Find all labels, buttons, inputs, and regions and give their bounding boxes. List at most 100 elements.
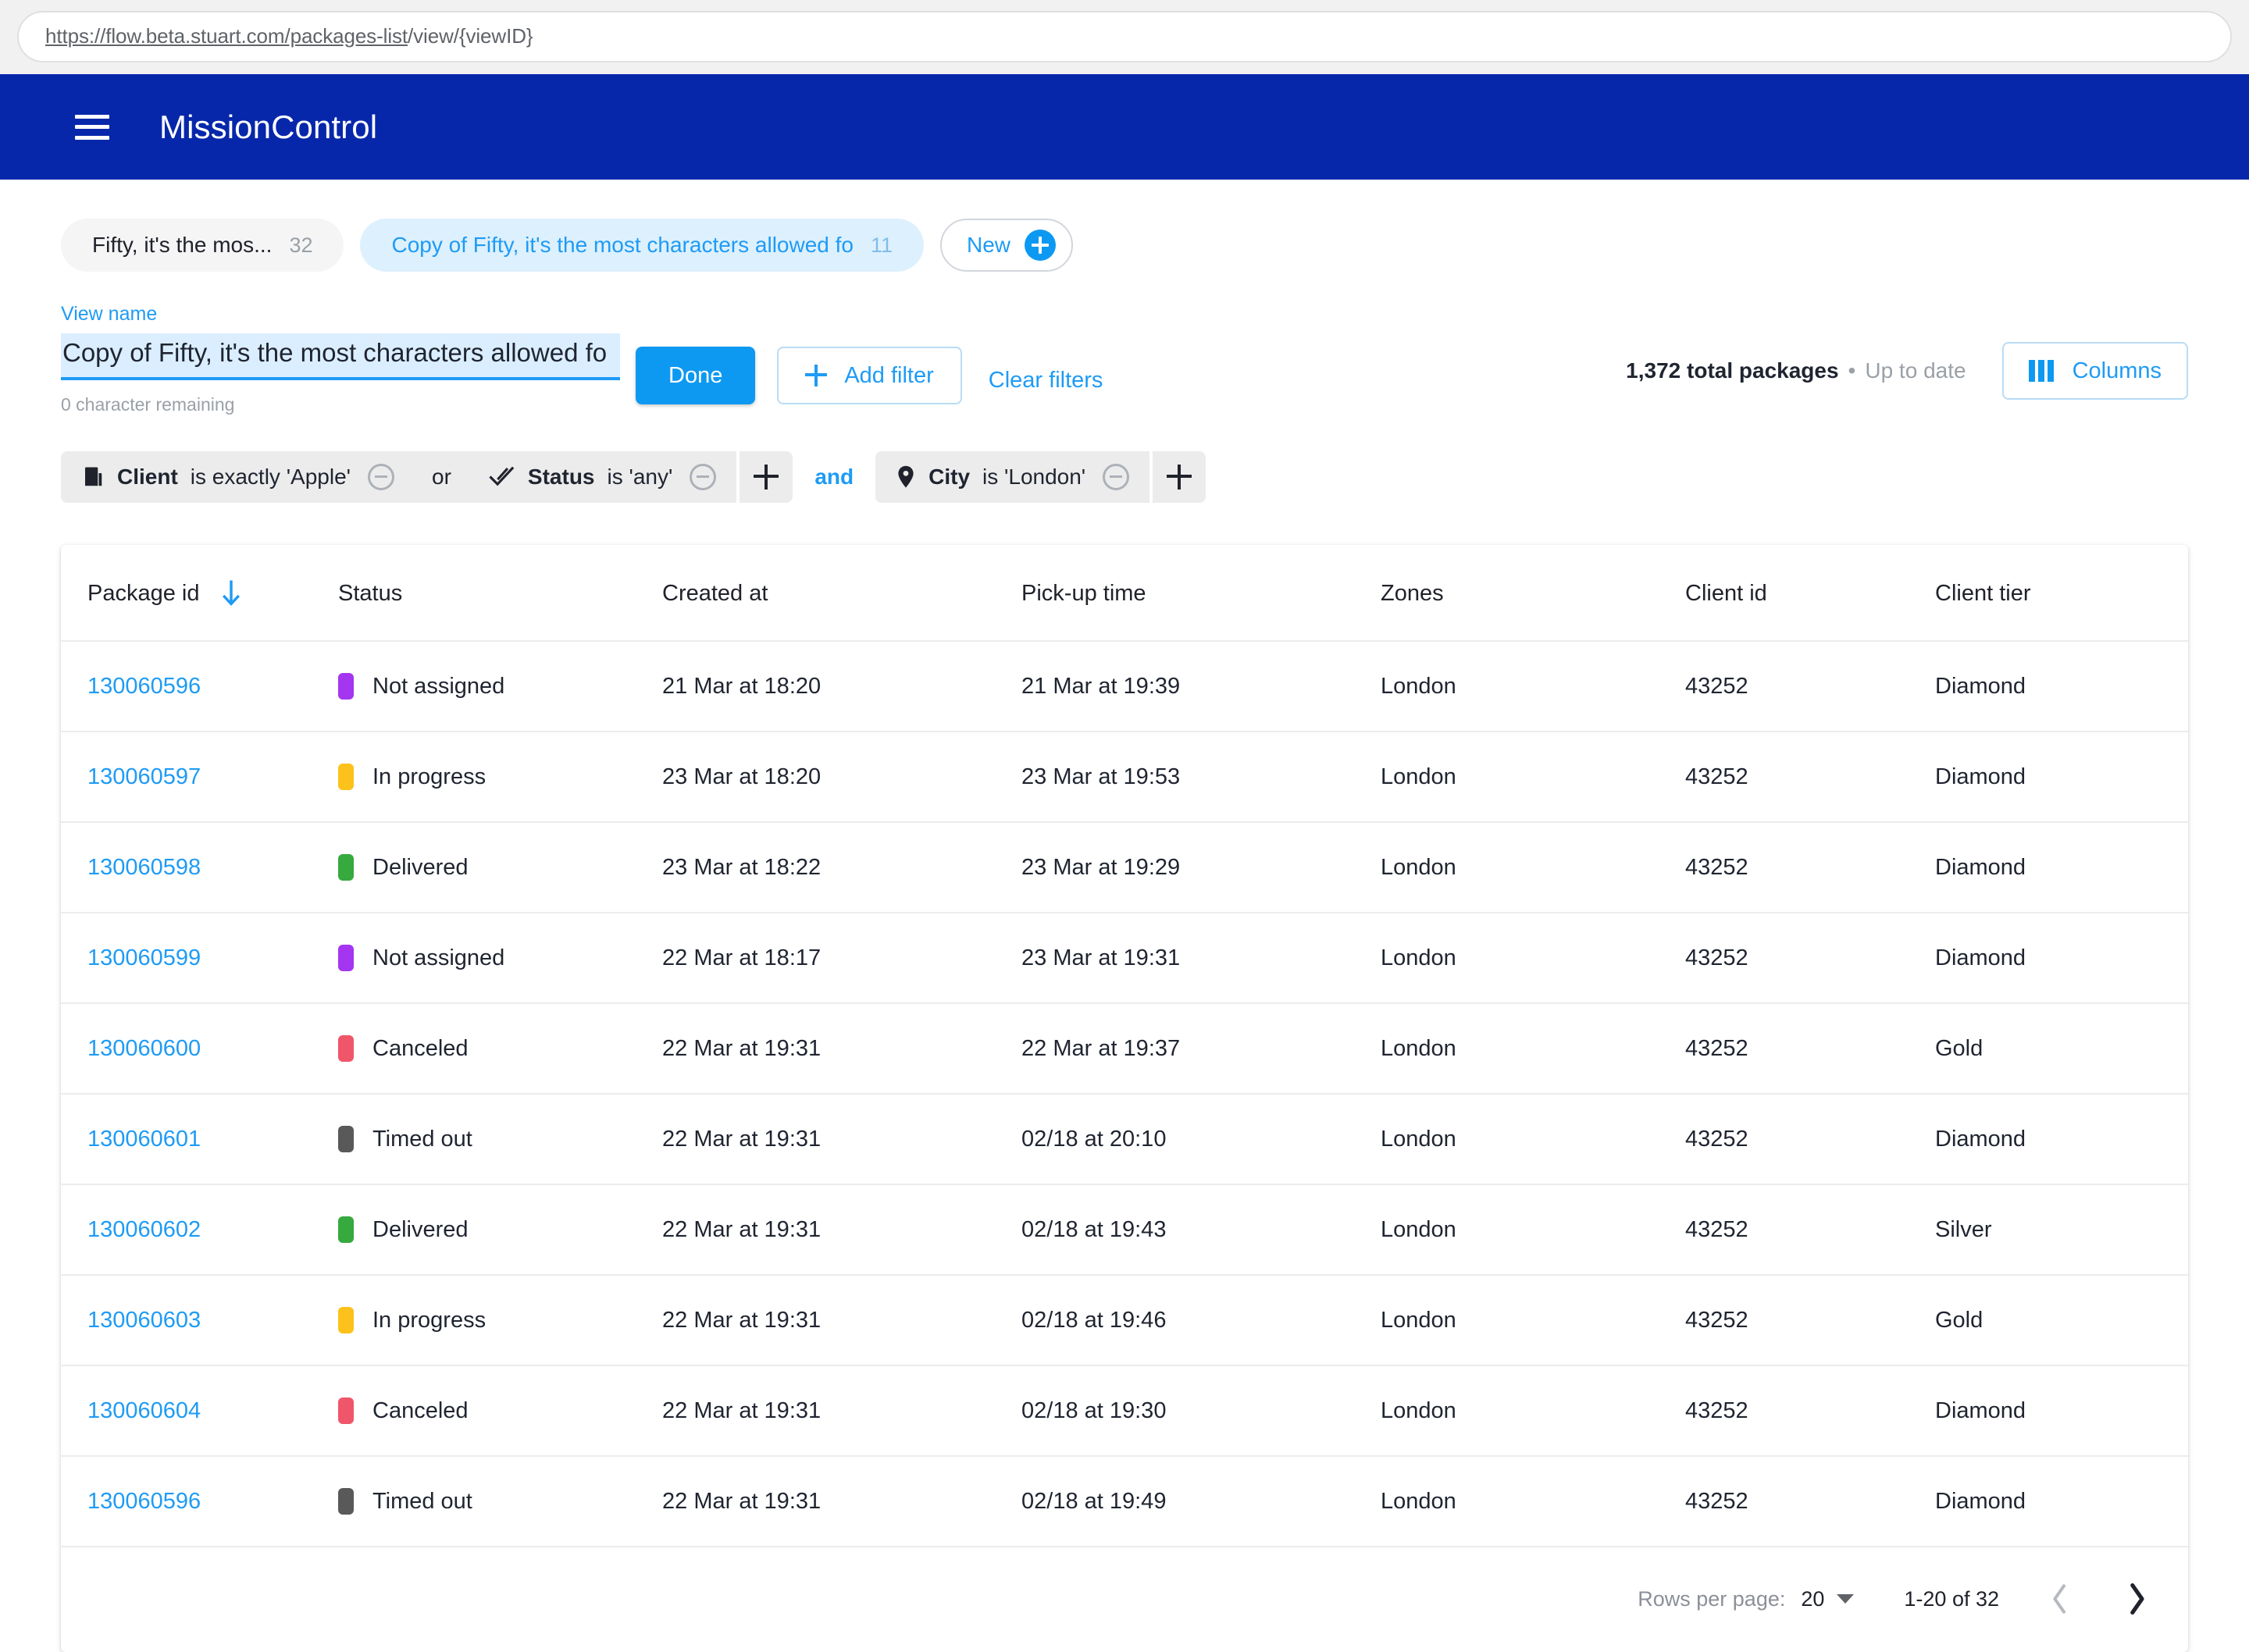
filter-chip-client-operator: is exactly 'Apple' (190, 465, 351, 489)
table-row[interactable]: 130060596 Timed out 22 Mar at 19:31 02/18 a… (61, 1456, 2188, 1547)
filter-joiner-or[interactable]: or (415, 451, 469, 503)
cell-package-id: 130060602 (61, 1184, 338, 1276)
cell-client-id: 43252 (1685, 732, 1935, 823)
status-label: Delivered (372, 854, 469, 880)
filter-chip-city-operator: is 'London' (982, 465, 1086, 489)
plus-icon (1167, 465, 1192, 490)
package-id-link[interactable]: 130060596 (87, 674, 201, 699)
cell-zones: London (1381, 1184, 1685, 1276)
done-button[interactable]: Done (636, 347, 756, 404)
filter-joiner-and[interactable]: and (814, 465, 854, 490)
status-label: Canceled (372, 1397, 469, 1423)
url-bar[interactable]: https://flow.beta.stuart.com/packages-li… (17, 10, 2232, 62)
cell-package-id: 130060597 (61, 732, 338, 823)
table-row[interactable]: 130060600 Canceled 22 Mar at 19:31 22 Mar a… (61, 1003, 2188, 1095)
filter-chip-client[interactable]: Client is exactly 'Apple' (61, 451, 415, 503)
tab-view-2[interactable]: Copy of Fifty, it's the most characters … (360, 219, 925, 272)
columns-button[interactable]: Columns (2001, 342, 2188, 400)
package-id-link[interactable]: 130060600 (87, 1036, 201, 1061)
cell-zones: London (1381, 1094, 1685, 1185)
column-header-client-id[interactable]: Client id (1685, 545, 1935, 642)
table-row[interactable]: 130060604 Canceled 22 Mar at 19:31 02/18 at… (61, 1365, 2188, 1457)
cell-package-id: 130060596 (61, 1456, 338, 1547)
cell-client-id: 43252 (1685, 1275, 1935, 1366)
status-label: Not assigned (372, 673, 505, 699)
status-color-indicator (338, 854, 354, 881)
previous-page-button[interactable] (2044, 1580, 2076, 1618)
cell-created-at: 22 Mar at 19:31 (662, 1003, 1021, 1095)
package-id-link[interactable]: 130060604 (87, 1398, 201, 1423)
package-id-link[interactable]: 130060597 (87, 764, 201, 789)
filter-chip-client-field: Client (117, 465, 178, 489)
tab-view-1[interactable]: Fifty, it's the mos... 32 (61, 219, 344, 272)
columns-icon (2028, 360, 2054, 382)
view-name-label: View name (61, 303, 158, 325)
column-header-status[interactable]: Status (338, 545, 662, 642)
filter-group-2: City is 'London' (875, 451, 1206, 503)
view-name-input[interactable] (61, 333, 620, 380)
cell-package-id: 130060596 (61, 641, 338, 732)
column-header-package-id[interactable]: Package id (61, 545, 338, 642)
package-id-link[interactable]: 130060599 (87, 945, 201, 970)
package-id-link[interactable]: 130060602 (87, 1217, 201, 1242)
column-header-pickup-time[interactable]: Pick-up time (1021, 545, 1381, 642)
table-row[interactable]: 130060598 Delivered 23 Mar at 18:22 23 Mar … (61, 822, 2188, 913)
rows-per-page-value[interactable]: 20 (1801, 1587, 1824, 1611)
filter-chip-status-field: Status (527, 465, 595, 489)
cell-client-id: 43252 (1685, 641, 1935, 732)
clear-filters-button[interactable]: Clear filters (989, 368, 1103, 393)
table-meta: 1,372 total packages • Up to date Column… (1626, 342, 2188, 400)
hamburger-menu-icon[interactable] (75, 114, 109, 140)
minus-circle-icon[interactable] (1103, 464, 1130, 490)
page-content: Fifty, it's the mos... 32 Copy of Fifty,… (0, 180, 2249, 1652)
url-host-part: https://flow.beta.stuart.com/packages-li… (45, 24, 408, 48)
table-row[interactable]: 130060597 In progress 23 Mar at 18:20 23 Ma… (61, 732, 2188, 823)
package-id-link[interactable]: 130060596 (87, 1489, 201, 1514)
chevron-down-icon[interactable] (1837, 1594, 1855, 1604)
column-header-zones[interactable]: Zones (1381, 545, 1685, 642)
arrow-down-icon[interactable] (220, 579, 242, 607)
cell-pickup-time: 21 Mar at 19:39 (1021, 641, 1381, 732)
table-row[interactable]: 130060602 Delivered 22 Mar at 19:31 02/18 a… (61, 1184, 2188, 1276)
table-row[interactable]: 130060603 In progress 22 Mar at 19:31 02/18… (61, 1275, 2188, 1366)
packages-table-card: Package id Status Created at Pick-up tim… (61, 545, 2188, 1652)
chevron-left-icon (2053, 1584, 2065, 1614)
packages-table: Package id Status Created at Pick-up tim… (61, 545, 2188, 1547)
status-color-indicator (338, 1216, 354, 1243)
cell-status: In progress (338, 1275, 662, 1366)
cell-package-id: 130060603 (61, 1275, 338, 1366)
pagination-range: 1-20 of 32 (1904, 1586, 1999, 1611)
filter-group-1: Client is exactly 'Apple' or Status is '… (61, 451, 793, 503)
status-color-indicator (338, 1035, 354, 1062)
cell-client-tier: Diamond (1935, 1456, 2188, 1547)
browser-chrome: https://flow.beta.stuart.com/packages-li… (0, 0, 2249, 74)
add-filter-button[interactable]: Add filter (777, 347, 962, 404)
table-row[interactable]: 130060596 Not assigned 21 Mar at 18:20 21 M… (61, 641, 2188, 732)
column-header-created-at[interactable]: Created at (662, 545, 1021, 642)
cell-client-id: 43252 (1685, 1184, 1935, 1276)
table-row[interactable]: 130060601 Timed out 22 Mar at 19:31 02/18 a… (61, 1094, 2188, 1185)
next-page-button[interactable] (2121, 1580, 2152, 1618)
cell-client-tier: Diamond (1935, 1365, 2188, 1457)
tab-view-2-count: 11 (870, 233, 893, 257)
package-id-link[interactable]: 130060603 (87, 1308, 201, 1333)
column-header-client-tier[interactable]: Client tier (1935, 545, 2188, 642)
cell-zones: London (1381, 1275, 1685, 1366)
table-row[interactable]: 130060599 Not assigned 22 Mar at 18:17 23 M… (61, 913, 2188, 1004)
filter-chip-status-operator: is 'any' (607, 465, 673, 489)
new-view-button[interactable]: New (940, 219, 1074, 272)
package-id-link[interactable]: 130060598 (87, 855, 201, 880)
add-condition-button-group-1[interactable] (740, 451, 793, 503)
filter-chip-city[interactable]: City is 'London' (875, 451, 1150, 503)
cell-zones: London (1381, 1003, 1685, 1095)
tab-view-2-label: Copy of Fifty, it's the most characters … (391, 233, 854, 257)
tab-view-1-label: Fifty, it's the mos... (92, 233, 273, 257)
minus-circle-icon[interactable] (368, 464, 395, 490)
package-id-link[interactable]: 130060601 (87, 1127, 201, 1152)
status-label: Not assigned (372, 945, 505, 970)
filter-chip-status[interactable]: Status is 'any' (468, 451, 737, 503)
add-condition-button-group-2[interactable] (1153, 451, 1206, 503)
minus-circle-icon[interactable] (690, 464, 717, 490)
building-icon (85, 467, 102, 486)
cell-created-at: 22 Mar at 19:31 (662, 1094, 1021, 1185)
